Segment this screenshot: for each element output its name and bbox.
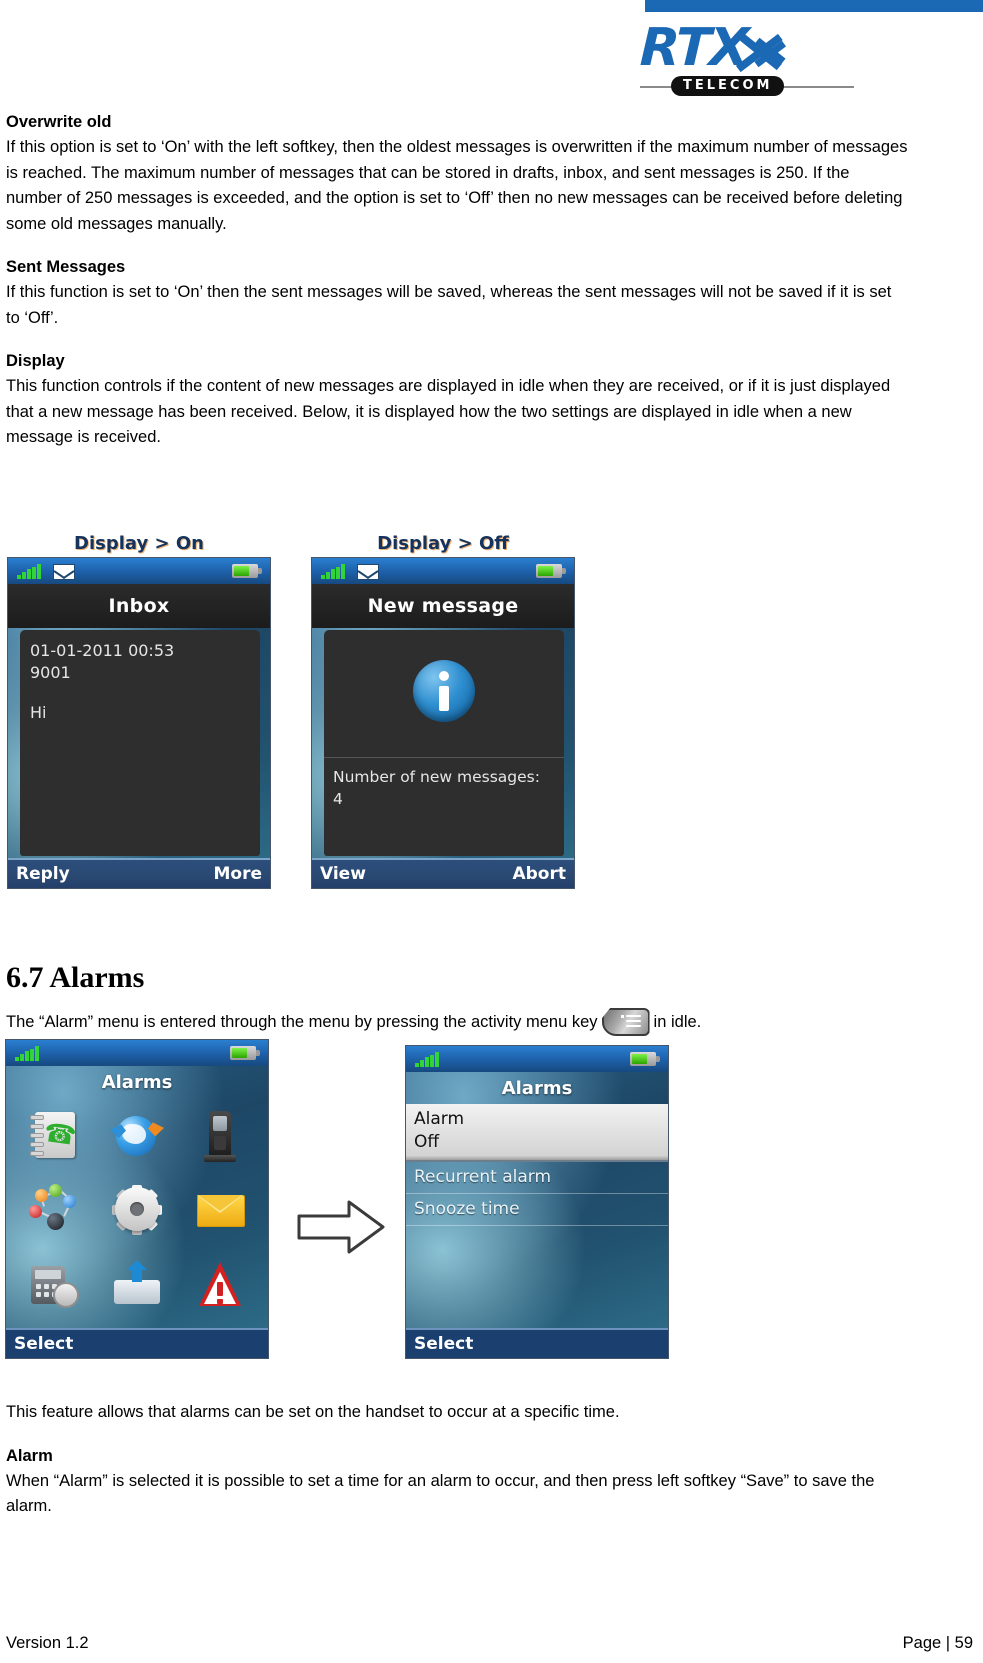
alarm-warning-icon[interactable] — [193, 1258, 247, 1312]
inbox-tray-icon[interactable] — [110, 1258, 164, 1312]
right-arrow-icon — [297, 1198, 385, 1256]
message-sender-number: 9001 — [30, 663, 71, 682]
heading-sent-messages: Sent Messages — [6, 258, 126, 276]
softkey-left-reply[interactable]: Reply — [16, 864, 70, 884]
header-accent-bar — [645, 0, 983, 12]
paragraph-alarm-detail: When “Alarm” is selected it is possible … — [6, 1471, 875, 1516]
message-panel: 01-01-2011 00:53 9001 Hi — [20, 630, 260, 856]
settings-gear-icon[interactable] — [110, 1183, 164, 1237]
alarms-intro-text-before: The “Alarm” menu is entered through the … — [6, 1013, 598, 1031]
phone-screen-alarms-menu: Alarms ☎ — [6, 1040, 268, 1328]
logo-telecom-row: TELECOM — [640, 76, 854, 98]
phone-screen-alarms-list: Alarms Alarm Off Recurrent alarm Snooze … — [406, 1046, 668, 1328]
status-bar — [8, 558, 270, 584]
signal-bars-icon — [321, 564, 349, 579]
list-item-alarm-label: Alarm — [414, 1109, 465, 1129]
network-connections-icon[interactable] — [27, 1183, 81, 1237]
softkey-bar-inbox: Reply More — [8, 858, 270, 888]
phone-screenshot-alarms-list: Alarms Alarm Off Recurrent alarm Snooze … — [406, 1046, 668, 1358]
figure-display-modes: Display > On Inbox 01-01-2011 00:53 9001… — [0, 533, 983, 948]
paragraph-overwrite-old: If this option is set to ‘On’ with the l… — [6, 138, 908, 233]
list-item-recurrent-alarm[interactable]: Recurrent alarm — [406, 1162, 668, 1194]
envelope-icon — [357, 564, 379, 580]
activity-menu-key-icon — [601, 1008, 650, 1036]
logo-wordmark: RTX — [639, 18, 881, 78]
battery-icon — [536, 564, 566, 578]
menu-icon-grid: ☎ — [12, 1098, 262, 1322]
phone-screenshot-alarms-grid: Alarms ☎ Select — [6, 1040, 268, 1358]
signal-bars-icon — [17, 564, 45, 579]
rtx-logo: RTX TELECOM — [639, 18, 881, 100]
info-text-block: Number of new messages: 4 — [333, 766, 559, 810]
status-bar — [406, 1046, 668, 1072]
heading-alarm: Alarm — [6, 1446, 53, 1465]
caption-display-on: Display > On — [74, 533, 204, 554]
status-bar — [312, 558, 574, 584]
softkey-bar-alarms-menu: Select — [6, 1328, 268, 1358]
screen-title-inbox: Inbox — [8, 584, 270, 628]
calculator-stopwatch-icon[interactable] — [27, 1258, 81, 1312]
battery-icon — [630, 1052, 660, 1066]
battery-icon — [230, 1046, 260, 1060]
list-item-alarm-selected[interactable]: Alarm Off — [406, 1104, 668, 1162]
info-panel: Number of new messages: 4 — [324, 630, 564, 856]
envelope-icon — [53, 564, 75, 580]
message-date: 01-01-2011 00:53 — [30, 641, 175, 660]
handset-icon[interactable] — [193, 1108, 247, 1163]
messages-envelope-icon[interactable] — [193, 1183, 247, 1237]
screen-title-alarms-list: Alarms — [501, 1077, 573, 1099]
phone-screenshot-display-on: Inbox 01-01-2011 00:53 9001 Hi Reply Mor… — [8, 558, 270, 888]
softkey-right-abort[interactable]: Abort — [512, 864, 566, 884]
footer-version: Version 1.2 — [6, 1634, 89, 1652]
page-header: RTX TELECOM — [0, 0, 983, 105]
paragraph-sent-messages: If this function is set to ‘On’ then the… — [6, 283, 892, 327]
info-circle-icon — [413, 660, 475, 722]
list-item-snooze-time[interactable]: Snooze time — [406, 1194, 668, 1226]
screen-title-alarms-menu: Alarms — [101, 1071, 173, 1093]
globe-internet-icon[interactable] — [109, 1108, 164, 1162]
alarms-intro-line: The “Alarm” menu is entered through the … — [6, 1008, 966, 1036]
signal-bars-icon — [415, 1052, 443, 1067]
figure-alarms-navigation: Alarms ☎ Select Alarms Alarm Off Recurre… — [0, 1040, 983, 1370]
alarms-intro-text-after: in idle. — [653, 1013, 702, 1031]
phone-screen-new-message: New message Number of new messages: 4 — [312, 558, 574, 858]
heading-display: Display — [6, 352, 65, 370]
alarms-section-header: 6.7 Alarms — [6, 960, 966, 996]
info-divider — [324, 757, 564, 758]
footer-page-number: Page | 59 — [902, 1634, 973, 1652]
new-message-count-value: 4 — [333, 790, 343, 808]
document-content: Overwrite old If this option is set to ‘… — [6, 110, 908, 451]
phone-screenshot-display-off: New message Number of new messages: 4 Vi… — [312, 558, 574, 888]
section-title-alarms: 6.7 Alarms — [6, 961, 145, 994]
alarms-closing-text: This feature allows that alarms can be s… — [6, 1400, 906, 1520]
phonebook-icon[interactable]: ☎ — [27, 1108, 81, 1162]
softkey-left-view[interactable]: View — [320, 864, 366, 884]
logo-x-icon — [736, 25, 788, 73]
signal-bars-icon — [15, 1046, 43, 1061]
logo-telecom-label: TELECOM — [671, 76, 785, 96]
paragraph-display: This function controls if the content of… — [6, 377, 891, 446]
status-bar — [6, 1040, 268, 1066]
softkey-bar-new-message: View Abort — [312, 858, 574, 888]
logo-wordmark-text: RTX — [638, 18, 749, 78]
paragraph-alarm-feature: This feature allows that alarms can be s… — [6, 1403, 620, 1421]
page-footer: Version 1.2 Page | 59 — [6, 1627, 973, 1653]
list-item-alarm-value: Off — [414, 1132, 440, 1152]
softkey-right-more[interactable]: More — [213, 864, 262, 884]
softkey-left-select[interactable]: Select — [14, 1334, 73, 1354]
softkey-left-select-list[interactable]: Select — [414, 1334, 473, 1354]
phone-screen-inbox: Inbox 01-01-2011 00:53 9001 Hi — [8, 558, 270, 858]
heading-overwrite-old: Overwrite old — [6, 113, 112, 131]
screen-title-new-message: New message — [312, 584, 574, 628]
softkey-bar-alarms-list: Select — [406, 1328, 668, 1358]
new-message-count-label: Number of new messages: — [333, 768, 540, 786]
battery-icon — [232, 564, 262, 578]
caption-display-off: Display > Off — [377, 533, 509, 554]
message-body: Hi — [30, 703, 47, 722]
